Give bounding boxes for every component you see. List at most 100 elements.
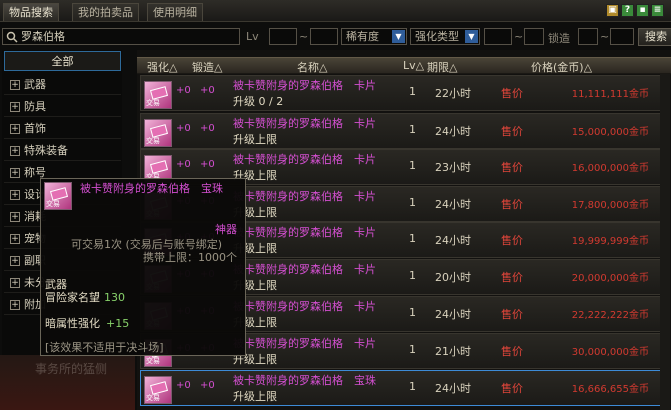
expand-icon: +	[10, 256, 20, 266]
lock-tilde: ~	[600, 30, 610, 43]
item-name: 被卡赞附身的罗森伯格 宝珠	[233, 374, 376, 387]
expiry-time: 21小时	[435, 345, 471, 358]
enhance-value: +0	[176, 159, 191, 170]
category-special-equipment[interactable]: + 特殊装备	[4, 141, 121, 161]
expiry-time: 23小时	[435, 161, 471, 174]
enhance-min-input[interactable]	[484, 28, 512, 45]
expiry-time: 22小时	[435, 87, 471, 100]
item-price: 30,000,000金币	[571, 347, 649, 358]
item-name: 被卡赞附身的罗森伯格 卡片	[233, 263, 376, 276]
item-name: 被卡赞附身的罗森伯格 卡片	[233, 300, 376, 313]
enhance-value: +0	[176, 85, 191, 96]
item-icon: 交易	[44, 182, 72, 210]
forge-value: +0	[200, 85, 215, 96]
expiry-time: 24小时	[435, 382, 471, 395]
window-mode-button[interactable]: ▣	[606, 4, 619, 17]
rarity-select[interactable]: 稀有度 ▼	[341, 28, 407, 45]
trade-tag: 交易	[146, 99, 160, 107]
tab-item-search[interactable]: 物品搜索	[3, 3, 59, 21]
lv-label: Lv	[246, 30, 259, 43]
item-level: 1	[409, 123, 416, 136]
table-header: 强化△ 锻造△ 名称△ Lv△ 期限△ 价格(金币)△	[137, 57, 671, 74]
chevron-down-icon: ▼	[392, 30, 405, 43]
lock-max-input[interactable]	[610, 28, 634, 45]
search-button[interactable]: 搜索	[638, 28, 671, 46]
enhance-value: +0	[176, 380, 191, 391]
expand-icon: +	[10, 234, 20, 244]
item-level: 1	[409, 306, 416, 319]
scrollbar[interactable]	[660, 74, 670, 410]
trade-tag: 交易	[146, 137, 160, 145]
item-price: 19,999,999金币	[571, 236, 649, 247]
item-price: 16,666,655金币	[571, 384, 649, 395]
tooltip-item-name: 被卡赞附身的罗森伯格 宝珠	[80, 182, 223, 195]
category-all[interactable]: 全部	[4, 51, 121, 71]
table-row[interactable]: 交易 +0 +0 被卡赞附身的罗森伯格 卡片 升级 0 / 2 1 22小时 售价 11,111…	[140, 75, 670, 111]
enhance-tilde: ~	[514, 30, 524, 43]
table-row[interactable]: 交易 +0 +0 被卡赞附身的罗森伯格 卡片 升级上限 1 24小时 售价 15,000,000…	[140, 113, 670, 149]
lv-tilde: ~	[299, 30, 309, 43]
tab-my-auctions[interactable]: 我的拍卖品	[72, 3, 139, 21]
expand-icon: +	[10, 146, 20, 156]
lock-min-input[interactable]	[578, 28, 598, 45]
item-price: 11,111,111金币	[571, 89, 649, 100]
expand-icon: +	[10, 102, 20, 112]
header-forge[interactable]: 锻造△	[192, 59, 222, 75]
menu-button[interactable]: ≡	[651, 4, 664, 17]
sale-status: 售价	[501, 345, 523, 358]
sale-status: 售价	[501, 125, 523, 138]
expand-icon: +	[10, 124, 20, 134]
item-price: 17,800,000金币	[571, 200, 649, 211]
item-level: 1	[409, 343, 416, 356]
item-price: 15,000,000金币	[571, 127, 649, 138]
sale-status: 售价	[501, 382, 523, 395]
header-enhance[interactable]: 强化△	[147, 59, 177, 75]
reputation-label: 冒险家名望	[45, 291, 100, 304]
category-armor[interactable]: + 防具	[4, 97, 121, 117]
item-level: 1	[409, 159, 416, 172]
expand-icon: +	[10, 300, 20, 310]
expand-icon: +	[10, 278, 20, 288]
header-level[interactable]: Lv△	[403, 59, 424, 72]
dark-enhance-value: +15	[106, 317, 130, 330]
forge-value: +0	[200, 159, 215, 170]
enhance-max-input[interactable]	[524, 28, 544, 45]
expiry-time: 20小时	[435, 271, 471, 284]
forge-value: +0	[200, 380, 215, 391]
tooltip-reputation: 冒险家名望 130	[45, 289, 125, 305]
category-weapon[interactable]: + 武器	[4, 75, 121, 95]
item-name: 被卡赞附身的罗森伯格 卡片	[233, 337, 376, 350]
category-accessory[interactable]: + 首饰	[4, 119, 121, 139]
search-input[interactable]: 罗森伯格	[2, 28, 240, 45]
dark-enhance-label: 暗属性强化	[45, 317, 100, 330]
minimize-button[interactable]: ▪	[636, 4, 649, 17]
lv-max-input[interactable]	[310, 28, 338, 45]
item-price: 20,000,000金币	[571, 273, 649, 284]
reputation-value: 130	[104, 291, 125, 304]
table-row[interactable]: 交易 +0 +0 被卡赞附身的罗森伯格 宝珠 升级上限 1 24小时 售价 16,666,655…	[140, 370, 670, 406]
rarity-value: 稀有度	[346, 30, 379, 43]
header-price[interactable]: 价格(金币)△	[531, 59, 592, 75]
expand-icon: +	[10, 212, 20, 222]
sale-status: 售价	[501, 198, 523, 211]
header-name[interactable]: 名称△	[297, 59, 327, 75]
sale-status: 售价	[501, 87, 523, 100]
tab-usage-details[interactable]: 使用明细	[147, 3, 203, 21]
help-button[interactable]: ?	[621, 4, 634, 17]
item-name: 被卡赞附身的罗森伯格 卡片	[233, 117, 376, 130]
item-name: 被卡赞附身的罗森伯格 卡片	[233, 226, 376, 239]
item-level: 1	[409, 232, 416, 245]
filter-bar: 罗森伯格 Lv ~ 稀有度 ▼ 强化类型 ▼ ~ 锁造 ~ 搜索	[0, 26, 671, 48]
category-label: 防具	[24, 100, 46, 113]
header-expiry[interactable]: 期限△	[427, 59, 457, 75]
lv-min-input[interactable]	[269, 28, 297, 45]
tooltip-grade: 神器	[215, 223, 237, 236]
enhance-type-value: 强化类型	[415, 30, 459, 43]
enhance-type-select[interactable]: 强化类型 ▼	[410, 28, 480, 45]
trade-tag: 交易	[146, 394, 160, 402]
lock-label: 锁造	[548, 32, 570, 45]
category-label: 首饰	[24, 122, 46, 135]
forge-value: +0	[200, 123, 215, 134]
item-icon: 交易	[144, 119, 172, 147]
trade-tag: 交易	[46, 200, 60, 208]
